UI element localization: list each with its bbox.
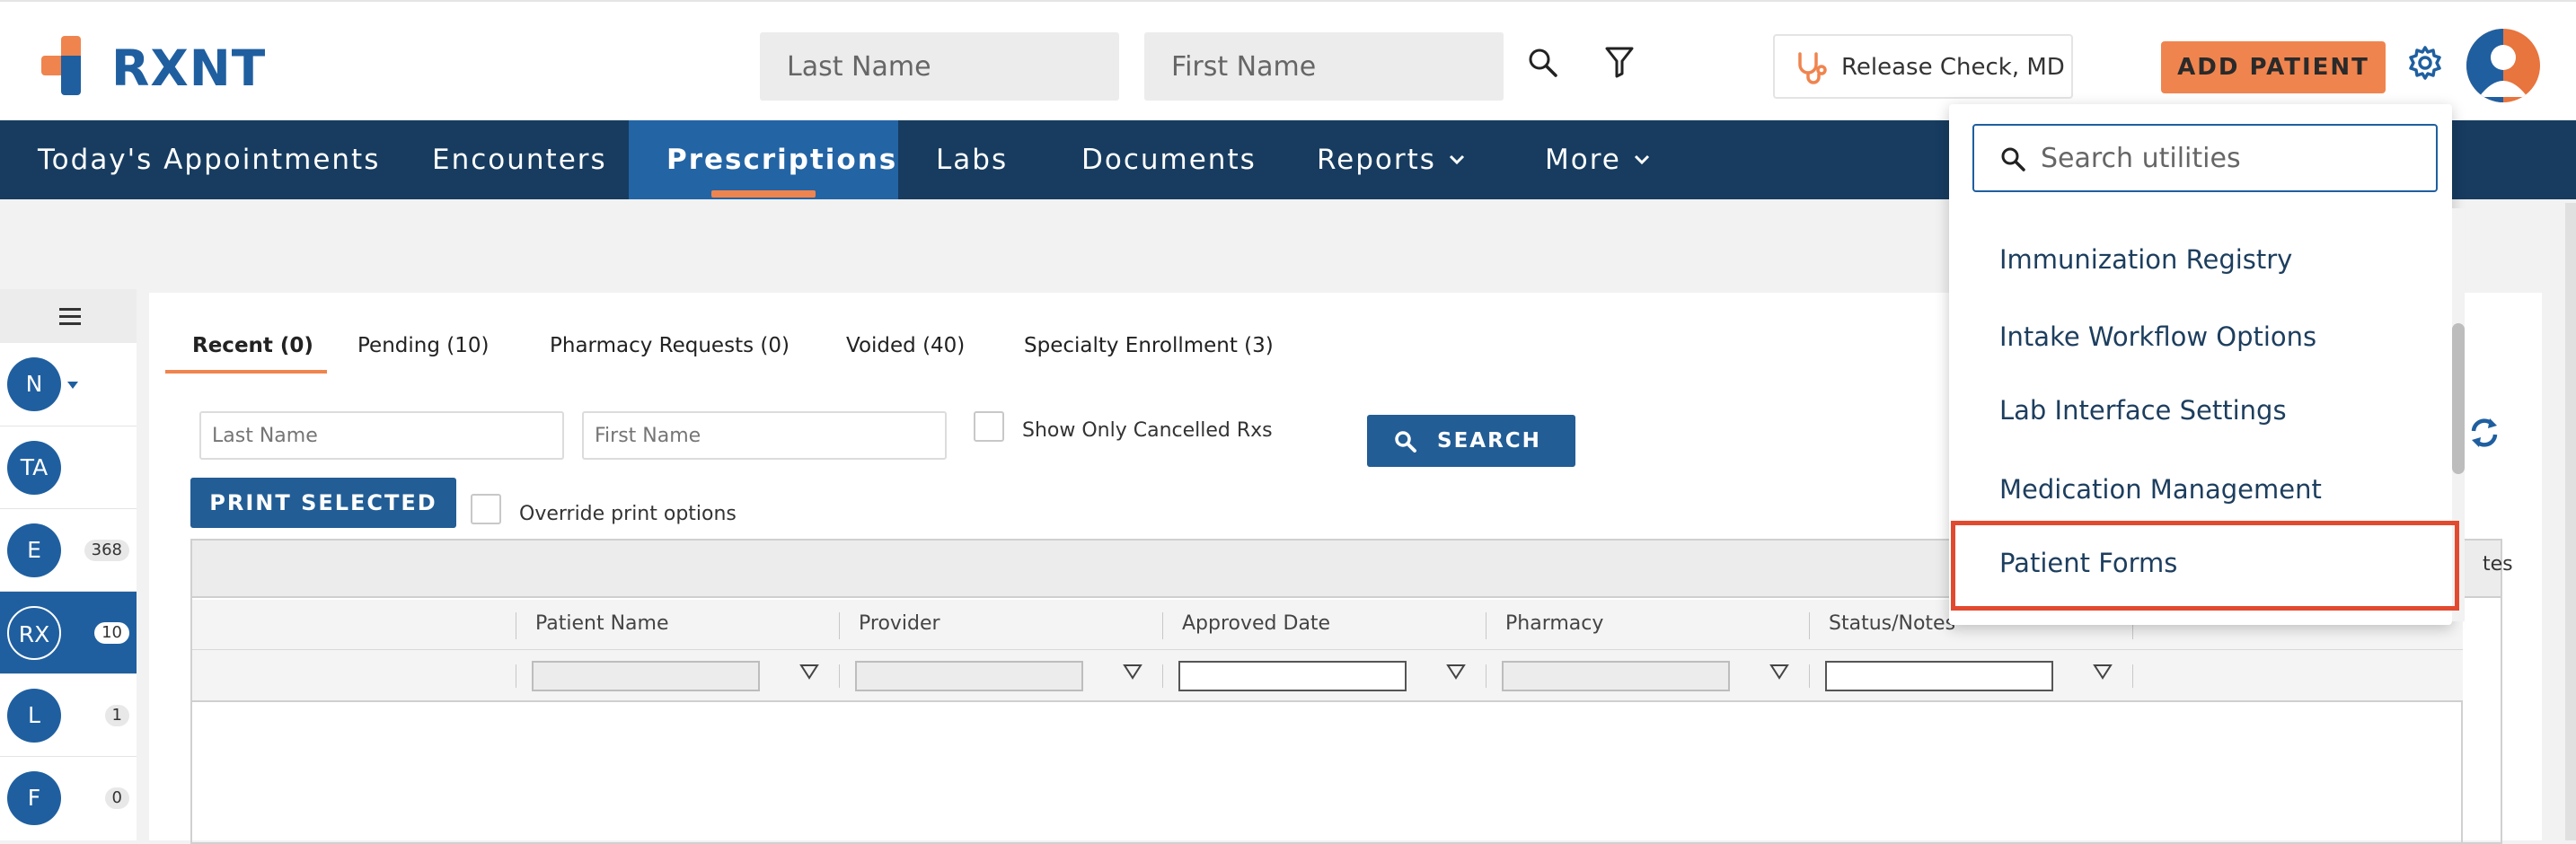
column-separator	[1809, 664, 1810, 688]
provider-filter-input[interactable]	[855, 661, 1083, 691]
filter-icon[interactable]	[1604, 45, 1635, 79]
gear-icon[interactable]	[2407, 45, 2443, 81]
tab-recent[interactable]: Recent (0)	[192, 334, 313, 357]
nav-labs[interactable]: Labs	[936, 120, 1008, 199]
rail-item-label: F	[7, 771, 61, 825]
column-separator	[839, 664, 840, 688]
column-separator[interactable]	[839, 612, 840, 639]
approved-date-filter-input[interactable]	[1178, 661, 1407, 691]
rail-item-prescriptions[interactable]: RX 10	[0, 591, 137, 673]
grid-filter-row	[192, 650, 2463, 702]
provider-name: Release Check, MD	[1841, 54, 2065, 81]
search-icon[interactable]	[1527, 47, 1559, 79]
nav-reports[interactable]: Reports	[1317, 120, 1436, 199]
tab-pharmacy-requests[interactable]: Pharmacy Requests (0)	[550, 334, 790, 357]
patient-name-filter-input[interactable]	[532, 661, 760, 691]
rail-item-appointments[interactable]: TA	[0, 426, 137, 508]
rail-badge: 10	[94, 622, 129, 644]
tab-active-underline	[165, 370, 327, 374]
print-selected-button[interactable]: PRINT SELECTED	[190, 478, 456, 528]
utility-lab-interface-settings[interactable]: Lab Interface Settings	[1999, 395, 2287, 426]
status-notes-filter-input[interactable]	[1825, 661, 2053, 691]
column-separator	[1162, 664, 1163, 688]
rail-item-label: L	[7, 689, 61, 743]
tab-voided[interactable]: Voided (40)	[846, 334, 965, 357]
override-print-checkbox[interactable]	[471, 494, 501, 524]
column-status-notes[interactable]: Status/Notes	[1829, 612, 1955, 635]
column-separator	[2132, 664, 2133, 688]
nav-todays-appointments[interactable]: Today's Appointments	[38, 120, 380, 199]
funnel-icon[interactable]	[1769, 663, 1789, 682]
hamburger-icon[interactable]	[59, 307, 81, 327]
filter-first-name-input[interactable]	[582, 411, 947, 460]
nav-documents[interactable]: Documents	[1081, 120, 1257, 199]
search-icon	[1395, 431, 1416, 453]
header-last-name-input[interactable]	[760, 32, 1119, 101]
more-chevron-down-icon[interactable]	[1633, 151, 1651, 169]
patient-forms-highlight-box	[1951, 521, 2459, 611]
utility-medication-management[interactable]: Medication Management	[1999, 474, 2322, 505]
rail-badge: 368	[84, 540, 129, 561]
left-rail: N TA E 368 RX 10 L 1 F 0	[0, 289, 137, 840]
funnel-icon[interactable]	[2093, 663, 2113, 682]
utilities-scrollbar-thumb[interactable]	[2452, 323, 2465, 474]
show-cancelled-checkbox[interactable]	[974, 411, 1004, 442]
funnel-icon[interactable]	[1123, 663, 1142, 682]
rail-menu-bar	[0, 289, 137, 343]
column-pharmacy[interactable]: Pharmacy	[1505, 612, 1603, 635]
funnel-icon[interactable]	[799, 663, 819, 682]
grid-body: Patient Name Provider Approved Date Phar…	[192, 600, 2463, 844]
user-avatar[interactable]	[2466, 29, 2540, 102]
rail-item-label: TA	[7, 441, 61, 495]
logo-cross-icon	[41, 36, 81, 95]
search-icon	[2001, 147, 2025, 171]
column-separator[interactable]	[1809, 612, 1810, 639]
rail-item-label: E	[7, 523, 61, 577]
rail-item-forms[interactable]: F 0	[0, 756, 137, 839]
rail-badge: 0	[104, 787, 129, 809]
tab-specialty-enrollment[interactable]: Specialty Enrollment (3)	[1024, 334, 1274, 357]
rail-item-label: N	[7, 357, 61, 411]
rail-item-notifications[interactable]: N	[0, 343, 137, 426]
column-separator[interactable]	[1162, 612, 1163, 639]
funnel-icon[interactable]	[1446, 663, 1466, 682]
column-provider[interactable]: Provider	[859, 612, 940, 635]
pharmacy-filter-input[interactable]	[1502, 661, 1730, 691]
provider-selector[interactable]: Release Check, MD	[1773, 34, 2073, 99]
show-cancelled-label: Show Only Cancelled Rxs	[1022, 419, 1273, 442]
user-avatar-icon	[2466, 29, 2527, 102]
column-approved-date[interactable]: Approved Date	[1182, 612, 1330, 635]
caret-down-icon[interactable]	[66, 381, 79, 390]
app-header: RXNT Release Check, MD ADD PATIENT	[0, 0, 2576, 120]
page-scrollbar[interactable]	[2565, 203, 2576, 840]
utility-intake-workflow-options[interactable]: Intake Workflow Options	[1999, 321, 2316, 352]
nav-active-underline	[711, 190, 816, 198]
nav-prescriptions[interactable]: Prescriptions	[666, 120, 897, 199]
column-patient-name[interactable]: Patient Name	[535, 612, 669, 635]
add-patient-button[interactable]: ADD PATIENT	[2161, 41, 2386, 93]
override-print-label: Override print options	[519, 503, 737, 525]
utilities-search-field[interactable]	[1972, 124, 2438, 192]
search-button-label: SEARCH	[1437, 429, 1541, 453]
tab-pending[interactable]: Pending (10)	[357, 334, 489, 357]
logo-text: RXNT	[111, 40, 267, 97]
rail-badge: 1	[104, 705, 129, 726]
search-button[interactable]: SEARCH	[1367, 415, 1575, 467]
reports-chevron-down-icon[interactable]	[1448, 151, 1466, 169]
filter-last-name-input[interactable]	[199, 411, 564, 460]
grid-toolbar-text: tes	[2483, 553, 2513, 576]
utilities-search-input[interactable]	[2041, 138, 2418, 178]
nav-encounters[interactable]: Encounters	[432, 120, 607, 199]
refresh-icon[interactable]	[2466, 415, 2502, 451]
rail-item-encounters[interactable]: E 368	[0, 508, 137, 591]
nav-more[interactable]: More	[1545, 120, 1621, 199]
rail-item-labs[interactable]: L 1	[0, 673, 137, 756]
rail-item-label: RX	[7, 606, 61, 660]
utility-immunization-registry[interactable]: Immunization Registry	[1999, 244, 2292, 275]
stethoscope-icon	[1798, 52, 1827, 84]
header-first-name-input[interactable]	[1144, 32, 1504, 101]
